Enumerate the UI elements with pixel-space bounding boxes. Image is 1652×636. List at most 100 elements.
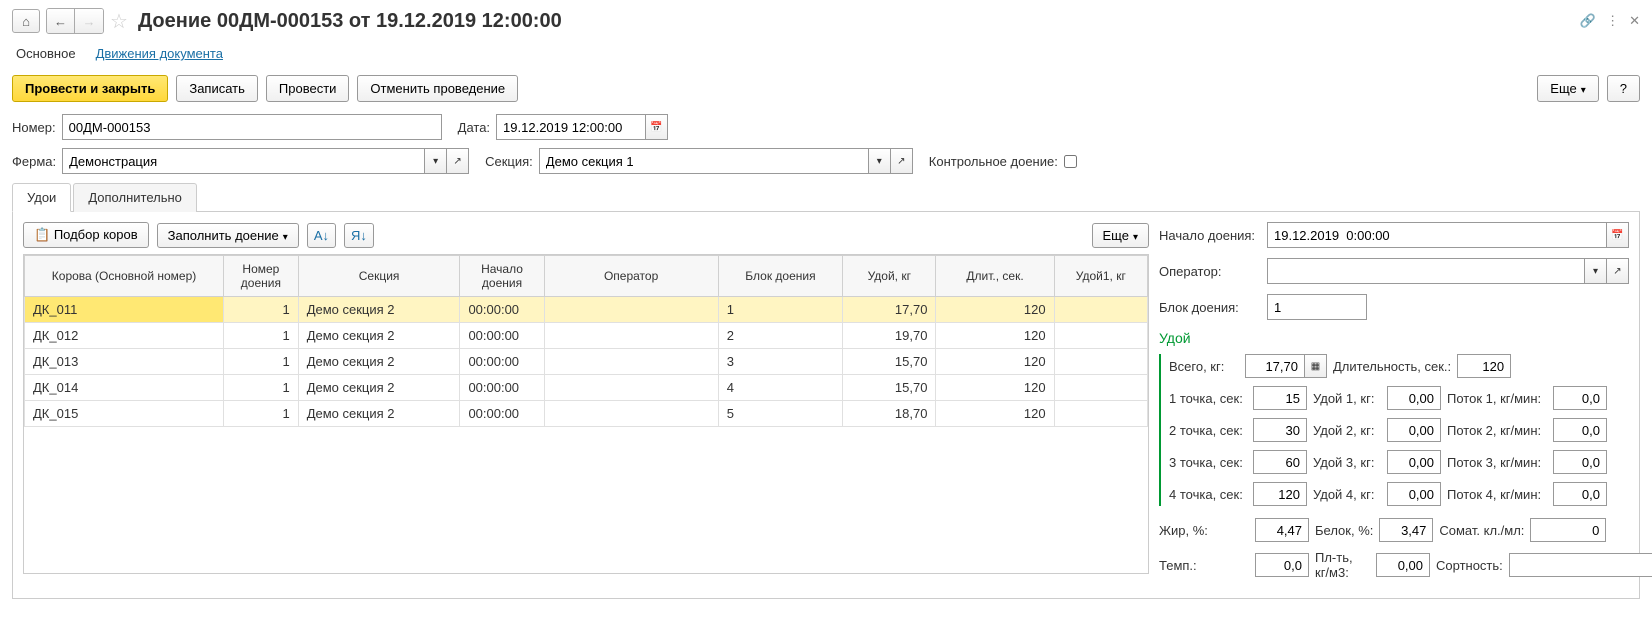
control-milking-checkbox[interactable]	[1064, 155, 1077, 168]
table-more-button[interactable]: Еще	[1092, 223, 1149, 248]
col-start[interactable]: Начало доения	[460, 256, 544, 297]
sort-asc-button[interactable]: А↓	[307, 223, 336, 248]
chevron-down-icon[interactable]: ▾	[1585, 258, 1607, 284]
milking-table: Корова (Основной номер) Номер доения Сек…	[24, 255, 1148, 427]
page-title: Доение 00ДМ-000153 от 19.12.2019 12:00:0…	[138, 10, 562, 33]
point-yield-input[interactable]	[1387, 386, 1441, 410]
temp-label: Темп.:	[1159, 558, 1249, 573]
open-icon[interactable]: ↗	[1607, 258, 1629, 284]
somat-label: Сомат. кл./мл:	[1439, 523, 1524, 538]
point-flow-label: Поток 2, кг/мин:	[1447, 423, 1547, 438]
density-input[interactable]	[1376, 553, 1430, 577]
detail-block-input[interactable]	[1267, 294, 1367, 320]
somat-input[interactable]	[1530, 518, 1606, 542]
farm-label: Ферма:	[12, 154, 56, 169]
farm-input[interactable]	[62, 148, 425, 174]
duration-input[interactable]	[1457, 354, 1511, 378]
point-flow-input[interactable]	[1553, 482, 1607, 506]
table-row[interactable]: ДК_0151Демо секция 200:00:00518,70120	[25, 401, 1148, 427]
chevron-down-icon[interactable]: ▾	[425, 148, 447, 174]
section-input[interactable]	[539, 148, 869, 174]
duration-label: Длительность, сек.:	[1333, 359, 1451, 374]
back-button[interactable]: ←	[47, 9, 75, 33]
point-label: 2 точка, сек:	[1169, 423, 1247, 438]
point-yield-input[interactable]	[1387, 482, 1441, 506]
udoy-section-title: Удой	[1159, 330, 1629, 346]
link-icon[interactable]: 🔗	[1580, 13, 1596, 29]
fat-input[interactable]	[1255, 518, 1309, 542]
detail-block-label: Блок доения:	[1159, 300, 1259, 315]
cancel-post-button[interactable]: Отменить проведение	[357, 75, 518, 102]
detail-operator-label: Оператор:	[1159, 264, 1259, 279]
col-cow[interactable]: Корова (Основной номер)	[25, 256, 224, 297]
grade-input[interactable]	[1509, 553, 1652, 577]
tab-main[interactable]: Основное	[16, 42, 76, 65]
col-yield1[interactable]: Удой1, кг	[1054, 256, 1147, 297]
close-icon[interactable]: ✕	[1629, 13, 1640, 29]
point-sec-input[interactable]	[1253, 386, 1307, 410]
point-sec-input[interactable]	[1253, 482, 1307, 506]
point-label: 3 точка, сек:	[1169, 455, 1247, 470]
point-sec-input[interactable]	[1253, 418, 1307, 442]
table-row[interactable]: ДК_0111Демо секция 200:00:00117,70120	[25, 297, 1148, 323]
calendar-icon[interactable]: 📅	[1607, 222, 1629, 248]
point-flow-input[interactable]	[1553, 386, 1607, 410]
point-yield-label: Удой 4, кг:	[1313, 487, 1381, 502]
col-duration[interactable]: Длит., сек.	[936, 256, 1054, 297]
calculator-icon[interactable]: ▦	[1305, 354, 1327, 378]
total-input[interactable]	[1245, 354, 1305, 378]
point-label: 1 точка, сек:	[1169, 391, 1247, 406]
help-button[interactable]: ?	[1607, 75, 1640, 102]
window-header: ⌂ ← → ☆ Доение 00ДМ-000153 от 19.12.2019…	[12, 8, 1640, 34]
number-input[interactable]	[62, 114, 442, 140]
post-button[interactable]: Провести	[266, 75, 350, 102]
control-milking-label: Контрольное доение:	[929, 154, 1058, 169]
detail-panel: Начало доения: 📅 Оператор: ▾ ↗ Блок доен…	[1159, 222, 1629, 588]
tab-movements[interactable]: Движения документа	[96, 42, 223, 65]
date-label: Дата:	[458, 120, 490, 135]
date-input[interactable]	[496, 114, 646, 140]
favorite-icon[interactable]: ☆	[110, 9, 128, 34]
col-yield[interactable]: Удой, кг	[843, 256, 936, 297]
point-flow-input[interactable]	[1553, 418, 1607, 442]
save-button[interactable]: Записать	[176, 75, 258, 102]
point-yield-input[interactable]	[1387, 450, 1441, 474]
point-yield-label: Удой 1, кг:	[1313, 391, 1381, 406]
col-num[interactable]: Номер доения	[224, 256, 299, 297]
number-label: Номер:	[12, 120, 56, 135]
col-section[interactable]: Секция	[298, 256, 460, 297]
fill-milking-button[interactable]: Заполнить доение	[157, 223, 299, 248]
pick-cows-button[interactable]: 📋 Подбор коров	[23, 222, 149, 248]
temp-input[interactable]	[1255, 553, 1309, 577]
point-flow-label: Поток 3, кг/мин:	[1447, 455, 1547, 470]
protein-input[interactable]	[1379, 518, 1433, 542]
col-block[interactable]: Блок доения	[718, 256, 842, 297]
grade-label: Сортность:	[1436, 558, 1503, 573]
point-flow-label: Поток 4, кг/мин:	[1447, 487, 1547, 502]
main-tabs: Основное Движения документа	[12, 42, 1640, 65]
detail-start-input[interactable]	[1267, 222, 1607, 248]
kebab-icon[interactable]: ⋮	[1606, 13, 1619, 29]
open-icon[interactable]: ↗	[891, 148, 913, 174]
forward-button[interactable]: →	[75, 9, 103, 33]
tab-udoi[interactable]: Удои	[12, 183, 71, 212]
chevron-down-icon[interactable]: ▾	[869, 148, 891, 174]
table-row[interactable]: ДК_0121Демо секция 200:00:00219,70120	[25, 323, 1148, 349]
tab-additional[interactable]: Дополнительно	[73, 183, 197, 212]
point-flow-label: Поток 1, кг/мин:	[1447, 391, 1547, 406]
detail-operator-input[interactable]	[1267, 258, 1585, 284]
more-button[interactable]: Еще	[1537, 75, 1598, 102]
protein-label: Белок, %:	[1315, 523, 1373, 538]
home-button[interactable]: ⌂	[12, 9, 40, 33]
point-sec-input[interactable]	[1253, 450, 1307, 474]
col-operator[interactable]: Оператор	[544, 256, 718, 297]
point-yield-input[interactable]	[1387, 418, 1441, 442]
sort-desc-button[interactable]: Я↓	[344, 223, 374, 248]
open-icon[interactable]: ↗	[447, 148, 469, 174]
point-flow-input[interactable]	[1553, 450, 1607, 474]
table-row[interactable]: ДК_0131Демо секция 200:00:00315,70120	[25, 349, 1148, 375]
calendar-icon[interactable]: 📅	[646, 114, 668, 140]
point-yield-label: Удой 2, кг:	[1313, 423, 1381, 438]
table-row[interactable]: ДК_0141Демо секция 200:00:00415,70120	[25, 375, 1148, 401]
post-and-close-button[interactable]: Провести и закрыть	[12, 75, 168, 102]
